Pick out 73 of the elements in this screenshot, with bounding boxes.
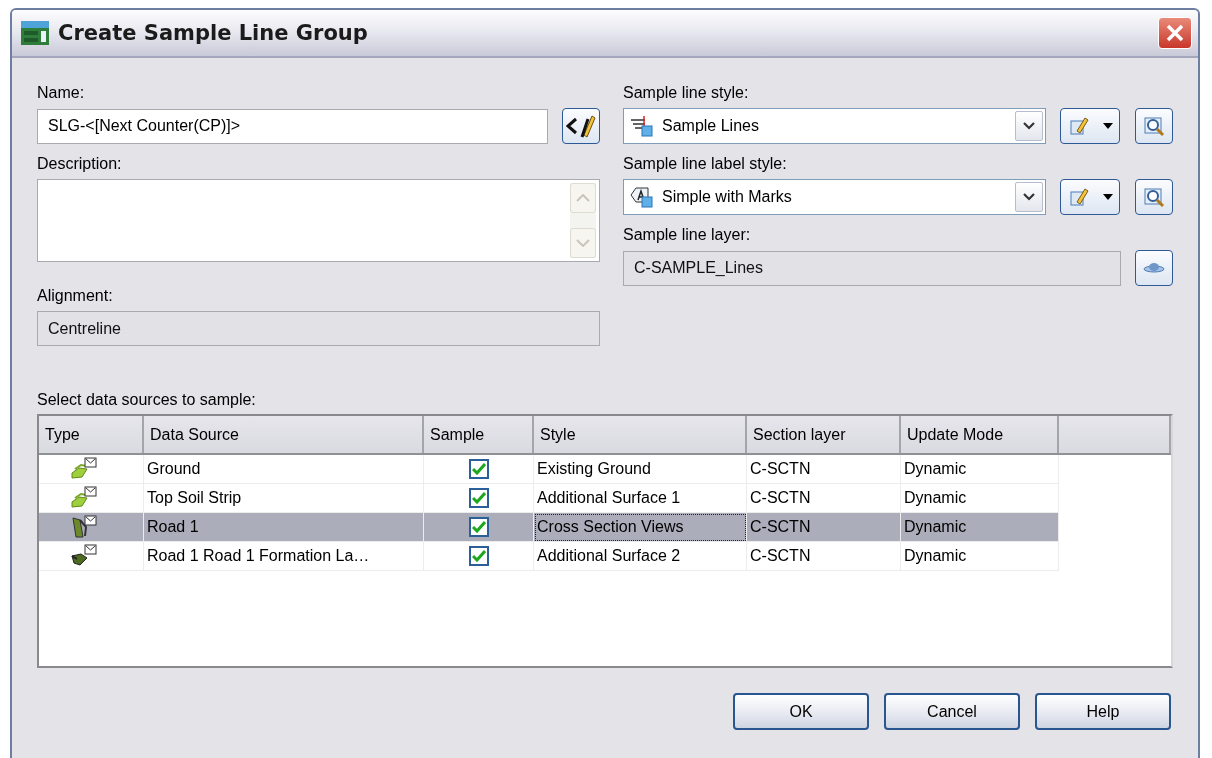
dialog-button[interactable]: OK [733,693,869,730]
checkbox[interactable] [468,546,489,566]
table-row[interactable]: Road 1 Cross Section Views C-SCTN Dynamic [39,513,1171,542]
pencil-icon [1067,186,1090,208]
label-tag-icon [630,186,654,208]
field-label: Sample line label style: [623,155,788,173]
dropdown-button[interactable] [1015,111,1043,141]
caret-icon [1102,194,1113,200]
corridor-surface-icon [71,544,97,568]
check-icon [471,550,486,562]
column-header[interactable]: Update Mode [901,416,1059,453]
table-row[interactable]: Ground Existing Ground C-SCTN Dynamic [39,455,1171,484]
table-cell: C-SCTN [747,542,901,571]
column-header[interactable]: Section layer [747,416,901,453]
column-header[interactable]: Sample [424,416,534,453]
column-header[interactable]: Type [39,416,144,453]
field-label: Sample line layer: [623,226,752,244]
table-cell: Road 1 Road 1 Formation La… [144,542,424,571]
text-field[interactable]: SLG-<[Next Counter(CP)]> [37,108,548,144]
section-label: Select data sources to sample: [37,391,257,409]
close-button[interactable] [1158,17,1192,49]
check-icon [471,463,486,475]
table-cell: C-SCTN [747,513,901,542]
dialog-button[interactable]: Help [1035,693,1171,730]
chevron-down-icon [1023,193,1035,201]
checkbox[interactable] [468,488,489,508]
chevron-down-icon [576,239,590,247]
caret-icon [1102,123,1113,129]
style-dropdown[interactable]: Sample Lines [623,108,1046,144]
checkbox[interactable] [468,459,489,479]
surface-icon [71,486,97,510]
table-cell: Dynamic [901,542,1059,571]
lines-icon [630,115,654,137]
table-cell: Ground [144,455,424,484]
magnifier-icon [1143,186,1165,208]
field-label: Name: [37,84,86,102]
magnifier-icon [1143,115,1165,137]
close-icon [1166,24,1184,42]
table-cell: Dynamic [901,513,1059,542]
edit-style-button[interactable] [1060,108,1120,144]
chevron-up-icon [576,194,590,202]
description-field[interactable] [37,179,600,262]
table-cell: Existing Ground [534,455,747,484]
chevron-down-icon [1023,122,1035,130]
check-icon [471,492,486,504]
pencil-icon [1067,115,1090,137]
column-header[interactable]: Style [534,416,747,453]
app-icon [20,20,50,46]
column-header[interactable]: Data Source [144,416,424,453]
field-label: Sample line style: [623,84,750,102]
checkbox[interactable] [468,517,489,537]
check-icon [471,521,486,533]
layer-icon [1143,261,1165,275]
dropdown-button[interactable] [1015,182,1043,212]
table-cell: Road 1 [144,513,424,542]
table-cell: C-SCTN [747,455,901,484]
table-cell: Dynamic [901,455,1059,484]
pick-button[interactable] [562,108,600,144]
corridor-icon [71,515,97,539]
field-label: Alignment: [37,287,114,305]
table-cell: Cross Section Views [534,513,747,542]
preview-button[interactable] [1135,179,1173,215]
table-cell: Additional Surface 2 [534,542,747,571]
surface-icon [71,457,97,481]
window-title: Create Sample Line Group [58,21,369,45]
field-label: Description: [37,155,123,173]
code-pencil-icon [566,113,596,139]
dialog-button[interactable]: Cancel [884,693,1020,730]
layer-button[interactable] [1135,250,1173,286]
edit-style-button[interactable] [1060,179,1120,215]
style-dropdown[interactable]: Simple with Marks [623,179,1046,215]
table-row[interactable]: Road 1 Road 1 Formation La… Additional Surface 2 C-SCTN Dynamic [39,542,1171,571]
preview-button[interactable] [1135,108,1173,144]
